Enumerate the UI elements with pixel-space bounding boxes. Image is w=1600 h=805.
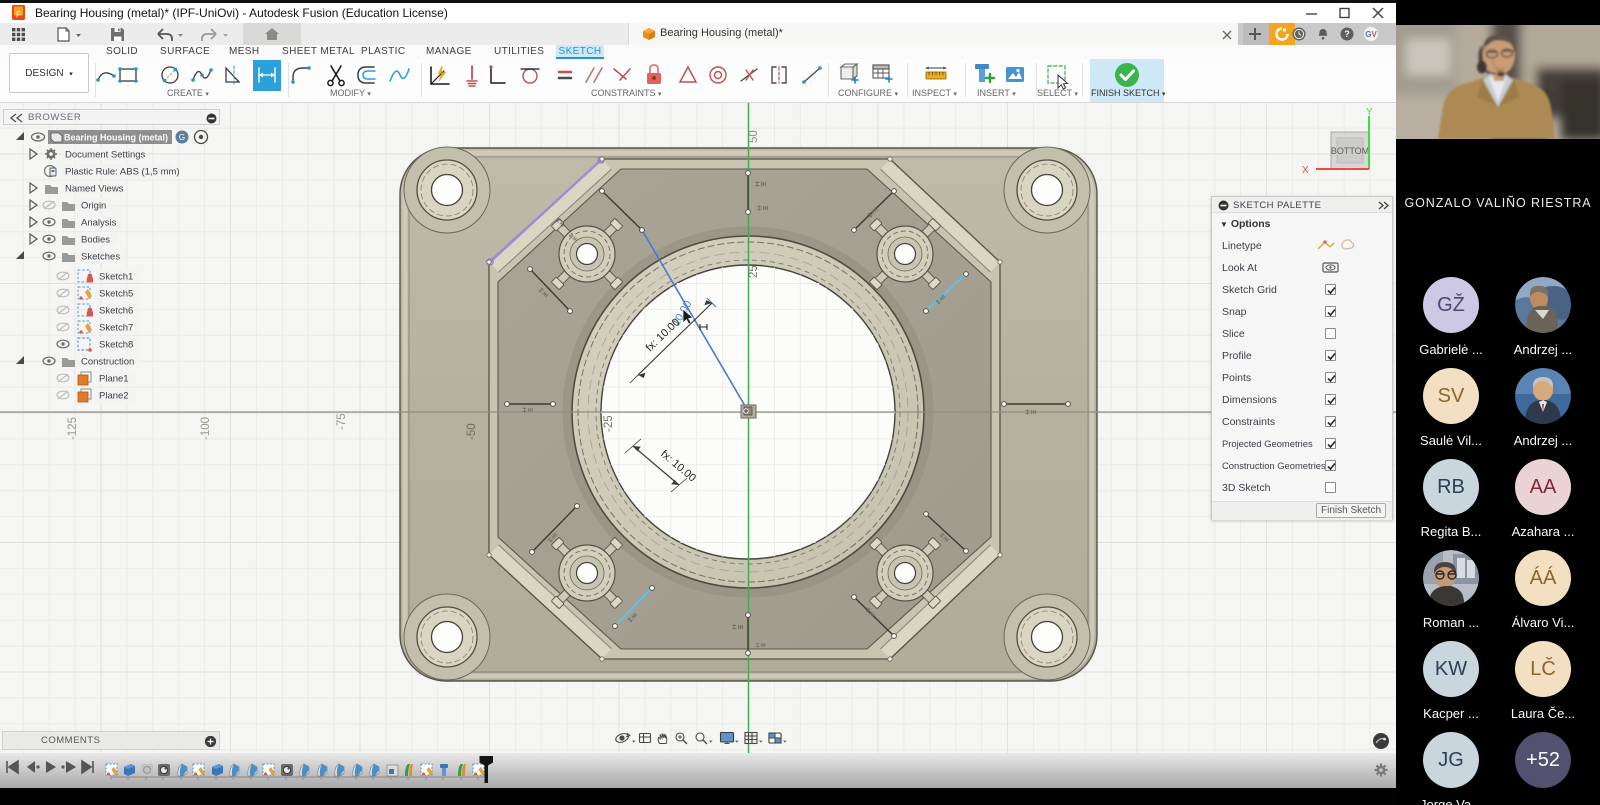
svg-text:-125: -125 [67, 417, 79, 440]
svg-text:50: 50 [748, 130, 760, 143]
svg-text:Analysis: Analysis [81, 218, 117, 229]
svg-text:-100: -100 [200, 417, 212, 440]
svg-text:Plane2: Plane2 [99, 391, 129, 402]
svg-text:Bodies: Bodies [81, 235, 110, 246]
svg-text:Sketch5: Sketch5 [99, 289, 133, 300]
svg-text:?: ? [1344, 29, 1350, 39]
svg-text:X: X [1302, 165, 1309, 176]
svg-text:Plane1: Plane1 [99, 374, 129, 385]
svg-text:Sketch1: Sketch1 [99, 272, 133, 283]
svg-text:G: G [179, 133, 185, 142]
svg-text:Sketch7: Sketch7 [99, 323, 133, 334]
svg-text:Bearing Housing (metal): Bearing Housing (metal) [64, 133, 168, 143]
svg-text:Named Views: Named Views [65, 184, 124, 195]
svg-text:-25: -25 [603, 415, 615, 432]
svg-text:F: F [16, 11, 21, 20]
svg-text:-75: -75 [336, 413, 348, 430]
svg-text:Sketches: Sketches [81, 252, 120, 263]
svg-text:Construction: Construction [81, 357, 134, 368]
svg-text:25: 25 [748, 265, 760, 278]
svg-text:Plastic Rule: ABS (1,5 mm): Plastic Rule: ABS (1,5 mm) [65, 167, 180, 178]
svg-text:Origin: Origin [81, 201, 106, 212]
svg-text:Y: Y [1366, 107, 1373, 118]
svg-text:Document Settings: Document Settings [65, 150, 146, 161]
svg-text:-50: -50 [466, 423, 478, 440]
svg-text:Sketch8: Sketch8 [99, 340, 133, 351]
svg-text:BOTTOM: BOTTOM [1331, 146, 1369, 156]
svg-text:Sketch6: Sketch6 [99, 306, 133, 317]
svg-text:GV: GV [1365, 30, 1377, 39]
